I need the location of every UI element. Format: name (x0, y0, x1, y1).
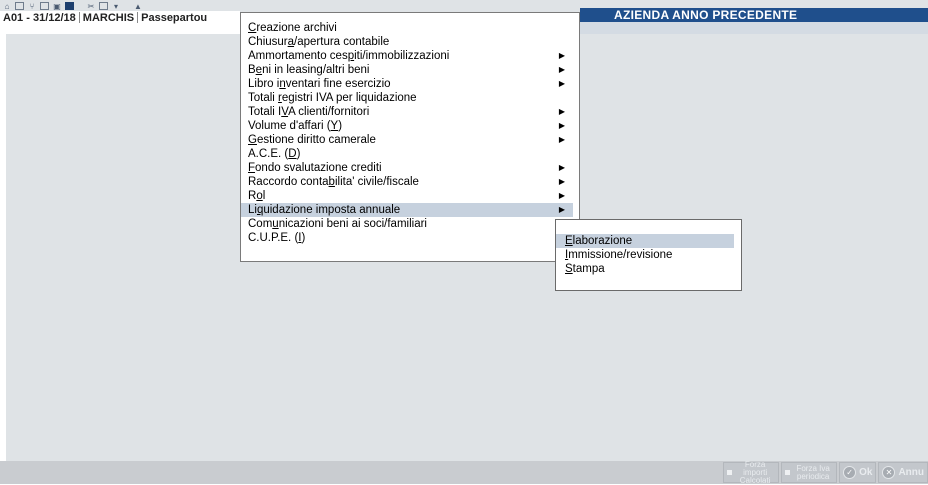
menu-item[interactable]: Totali IVA clienti/fornitori ▶ (241, 105, 573, 119)
accelerator-key: F (248, 162, 256, 174)
submenu-arrow-icon: ▶ (558, 163, 565, 172)
submenu-arrow-icon: ▶ (558, 191, 565, 200)
tools-icon[interactable]: ✂ (86, 2, 96, 11)
submenu-arrow-icon: ▶ (558, 177, 565, 186)
monitor-icon[interactable] (65, 2, 74, 10)
submenu-arrow-icon: ▶ (558, 65, 565, 74)
bottom-button[interactable]: ✓ Ok (839, 462, 877, 483)
print-icon[interactable]: ▲ (133, 2, 143, 11)
home-icon[interactable]: ⌂ (2, 2, 12, 11)
submenu-item[interactable]: Stampa (556, 262, 734, 276)
square-icon (785, 470, 791, 475)
submenu-item[interactable]: Elaborazione (556, 234, 734, 248)
chevron-down-icon[interactable]: ▾ (111, 2, 121, 11)
menu-item[interactable]: Raccordo contabilita' civile/fiscale ▶ (241, 175, 573, 189)
accelerator-key: S (565, 263, 573, 275)
menu-item[interactable]: C.U.P.E. (I) (241, 231, 573, 245)
accelerator-key: D (288, 148, 297, 160)
menu-item[interactable]: Totali registri IVA per liquidazione (241, 91, 573, 105)
dropdown-menu: Creazione archivi Chiusura/apertura conta… (240, 12, 580, 262)
menu-item[interactable]: Beni in leasing/altri beni ▶ (241, 63, 573, 77)
menu-item[interactable]: Fondo svalutazione crediti ▶ (241, 161, 573, 175)
module-label: Passepartou (141, 11, 208, 24)
bottom-button[interactable]: ✕ Annu (878, 462, 928, 483)
company-label: A01 - 31/12/18 (3, 11, 76, 24)
menu-item[interactable]: Gestione diritto camerale ▶ (241, 133, 573, 147)
bottom-button[interactable]: Forza Iva periodica (781, 462, 838, 483)
window-title: AZIENDA ANNO PRECEDENTE (580, 8, 928, 22)
submenu-arrow-icon: ▶ (558, 107, 565, 116)
title-under-strip (580, 22, 928, 34)
window-icon[interactable] (99, 2, 108, 10)
menu-item[interactable]: A.C.E. (D) (241, 147, 573, 161)
open-folder-icon[interactable] (15, 2, 24, 10)
submenu: Elaborazione Immissione/revisione Stampa (555, 219, 742, 291)
accelerator-key: G (248, 134, 257, 146)
bottom-bar: Forza importi Calcolati Forza Iva periodi… (0, 460, 928, 484)
menu-item[interactable]: Creazione archivi (241, 21, 573, 35)
accelerator-key: E (565, 235, 573, 247)
grid-icon[interactable] (40, 2, 49, 10)
menu-item[interactable]: Libro inventari fine esercizio ▶ (241, 77, 573, 91)
submenu-arrow-icon: ▶ (558, 79, 565, 88)
menu-item[interactable]: Ammortamento cespiti/immobilizzazioni ▶ (241, 49, 573, 63)
image-icon[interactable]: ▣ (52, 2, 62, 11)
submenu-arrow-icon: ▶ (558, 51, 565, 60)
menu-item[interactable]: Comunicazioni beni ai soci/familiari (241, 217, 573, 231)
menu-item[interactable]: Chiusura/apertura contabile (241, 35, 573, 49)
submenu-arrow-icon: ▶ (558, 121, 565, 130)
info-bar: A01 - 31/12/18 MARCHIS Passepartou (0, 11, 240, 24)
menu-item[interactable]: Volume d'affari (Y) ▶ (241, 119, 573, 133)
menu-item[interactable]: Liquidazione imposta annuale ▶ (241, 203, 573, 217)
tree-icon[interactable]: ⑂ (27, 2, 37, 11)
submenu-arrow-icon: ▶ (558, 135, 565, 144)
cancel-circle-icon: ✕ (882, 466, 896, 479)
submenu-item[interactable]: Immissione/revisione (556, 248, 734, 262)
menu-item[interactable]: Rol ▶ (241, 189, 573, 203)
square-icon (727, 470, 733, 475)
user-label: MARCHIS (82, 11, 135, 24)
check-circle-icon: ✓ (843, 466, 857, 479)
submenu-arrow-icon: ▶ (558, 205, 565, 214)
bottom-button[interactable]: Forza importi Calcolati (723, 460, 780, 484)
